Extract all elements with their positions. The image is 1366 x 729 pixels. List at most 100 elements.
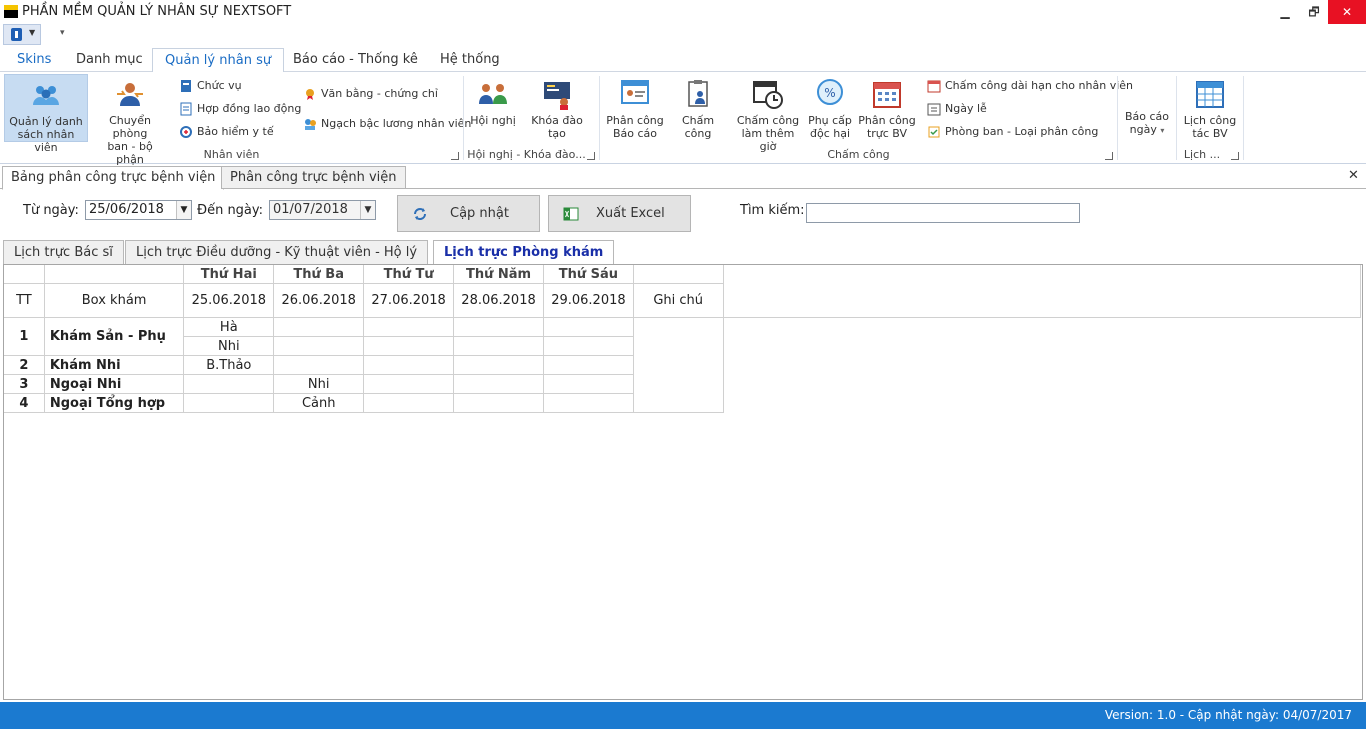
day-header: Thứ Tư — [363, 265, 455, 284]
schedule-cell[interactable] — [183, 393, 275, 413]
schedule-cell[interactable]: Nhi — [273, 374, 365, 394]
hop-dong-button[interactable]: Hợp đồng lao động — [177, 99, 301, 119]
lich-label-2: tác BV — [1192, 127, 1228, 140]
chuc-vu-button[interactable]: Chức vụ — [177, 76, 242, 96]
schedule-cell[interactable] — [363, 393, 455, 413]
chuyen-phong-ban-button[interactable]: Chuyển phòng ban - bộ phận — [92, 74, 168, 166]
tab-bang-phan-cong[interactable]: Bảng phân công trực bệnh viện — [2, 166, 225, 190]
clipboard-user-icon — [682, 78, 714, 110]
schedule-cell[interactable]: Cảnh — [273, 393, 365, 413]
schedule-cell[interactable] — [273, 336, 365, 356]
tab-quan-ly-nhan-su[interactable]: Quản lý nhân sự — [152, 48, 285, 73]
schedule-cell[interactable] — [453, 317, 544, 337]
schedule-cell[interactable] — [542, 317, 634, 337]
chevron-down-icon[interactable]: ▼ — [360, 201, 375, 219]
minimize-button[interactable]: ▁ — [1270, 0, 1300, 24]
schedule-cell[interactable] — [542, 336, 634, 356]
hoi-nghi-button[interactable]: Hội nghị — [468, 74, 518, 142]
from-date-picker[interactable]: 25/06/2018 ▼ — [85, 200, 192, 220]
day-header: Thứ Năm — [453, 265, 544, 284]
schedule-cell[interactable] — [453, 355, 544, 375]
schedule-cell[interactable] — [273, 317, 365, 337]
phu-cap-doc-hai-button[interactable]: % Phụ cấp độc hại — [806, 74, 854, 142]
group-bao-cao: Báo cáo ngày ▾ — [1118, 72, 1176, 164]
xuat-excel-label: Xuất Excel — [596, 206, 665, 221]
ngay-le-label: Ngày lễ — [945, 102, 987, 115]
tab-he-thong[interactable]: Hệ thống — [428, 48, 512, 72]
schedule-cell[interactable] — [363, 336, 455, 356]
xuat-excel-button[interactable]: Xuất Excel — [548, 195, 691, 232]
salary-icon — [303, 117, 317, 131]
bao-cao-ngay-button[interactable]: Báo cáo ngày ▾ — [1122, 110, 1172, 144]
van-bang-button[interactable]: Văn bằng - chứng chỉ — [301, 84, 438, 104]
schedule-cell[interactable] — [363, 374, 455, 394]
schedule-grid: Thứ Hai Thứ Ba Thứ Tư Thứ Năm Thứ Sáu TT… — [3, 264, 1363, 700]
quan-ly-danh-sach-button[interactable]: Quản lý danh sách nhân viên — [4, 74, 88, 154]
application-menu-button[interactable]: ▼ — [3, 24, 41, 45]
truc-bv-label-2: trực BV — [866, 127, 908, 140]
dialog-launcher-icon[interactable] — [1231, 152, 1239, 160]
schedule-cell[interactable] — [542, 355, 634, 375]
conference-icon — [477, 78, 509, 110]
lich-cong-tac-button[interactable]: Lịch công tác BV — [1181, 74, 1239, 142]
schedule-cell[interactable]: Nhi — [183, 336, 275, 356]
schedule-cell[interactable] — [453, 393, 544, 413]
tab-lich-truc-dieu-duong[interactable]: Lịch trực Điều dưỡng - Kỹ thuật viên - H… — [125, 240, 429, 265]
bao-cao-label-2: ngày — [1129, 123, 1157, 136]
quick-access-toolbar: ▼ ▾ — [0, 24, 1366, 46]
ngay-le-button[interactable]: Ngày lễ — [925, 99, 987, 119]
tab-phan-cong-truc[interactable]: Phân công trực bệnh viện — [221, 166, 406, 189]
schedule-cell[interactable] — [542, 393, 634, 413]
cham-cong-dai-han-button[interactable]: Chấm công dài hạn cho nhân viên — [925, 76, 1133, 96]
ngach-bac-luong-button[interactable]: Ngạch bậc lương nhân viên — [301, 114, 471, 134]
search-input[interactable] — [806, 203, 1080, 223]
schedule-cell[interactable] — [453, 374, 544, 394]
bao-hiem-button[interactable]: Bảo hiểm y tế — [177, 122, 274, 142]
dialog-launcher-icon[interactable] — [1105, 152, 1113, 160]
table-subheader-row: TT Box khám 25.06.2018 26.06.2018 27.06.… — [4, 283, 1361, 318]
schedule-tabs: Lịch trực Bác sĩ Lịch trực Điều dưỡng - … — [0, 240, 1366, 265]
dialog-launcher-icon[interactable] — [587, 152, 595, 160]
tab-lich-truc-phong-kham[interactable]: Lịch trực Phòng khám — [433, 240, 615, 265]
chuc-vu-label: Chức vụ — [197, 79, 242, 92]
tab-danh-muc[interactable]: Danh mục — [64, 48, 155, 72]
schedule-cell[interactable]: Hà — [183, 317, 275, 337]
schedule-cell[interactable] — [542, 374, 634, 394]
phong-ban-loai-phan-cong-button[interactable]: Phòng ban - Loại phân công — [925, 122, 1098, 142]
chevron-down-icon[interactable]: ▼ — [176, 201, 191, 219]
tab-lich-truc-bac-si[interactable]: Lịch trực Bác sĩ — [3, 240, 124, 265]
schedule-cell[interactable] — [273, 355, 365, 375]
chevron-down-icon: ▼ — [29, 28, 36, 37]
dialog-launcher-icon[interactable] — [451, 152, 459, 160]
title-bar: PHẦN MỀM QUẢN LÝ NHÂN SỰ NEXTSOFT ▁ 🗗 ✕ — [0, 0, 1366, 24]
to-date-picker[interactable]: 01/07/2018 ▼ — [269, 200, 376, 220]
tab-bao-cao-thong-ke[interactable]: Báo cáo - Thống kê — [281, 48, 430, 72]
cap-nhat-button[interactable]: Cập nhật — [397, 195, 540, 232]
schedule-cell[interactable] — [363, 355, 455, 375]
phan-cong-truc-bv-button[interactable]: Phân công trực BV — [858, 74, 916, 142]
schedule-cell[interactable]: B.Thảo — [183, 355, 275, 375]
note-cell[interactable] — [632, 317, 724, 413]
date-header: 25.06.2018 — [183, 283, 275, 318]
phan-cong-bao-cao-button[interactable]: Phân công Báo cáo — [605, 74, 665, 142]
tab-skins[interactable]: Skins — [5, 48, 63, 72]
cham-cong-them-gio-button[interactable]: Chấm công làm thêm giờ — [734, 74, 802, 153]
cham-cong-button[interactable]: Chấm công — [668, 74, 728, 142]
maximize-button[interactable]: 🗗 — [1299, 0, 1329, 24]
status-bar: Version: 1.0 - Cập nhật ngày: 04/07/2017 — [0, 702, 1366, 729]
schedule-cell[interactable] — [453, 336, 544, 356]
close-icon[interactable]: ✕ — [1348, 168, 1359, 183]
row-number: 3 — [4, 374, 45, 394]
contract-icon — [179, 102, 193, 116]
schedule-cell[interactable] — [183, 374, 275, 394]
group-label-cham-cong: Chấm công — [827, 148, 890, 161]
row-number: 4 — [4, 393, 45, 413]
customize-toolbar-icon[interactable]: ▾ — [60, 28, 65, 38]
group-separator — [1243, 76, 1244, 160]
group-cham-cong: Phân công Báo cáo Chấm công Chấm công là… — [600, 72, 1133, 164]
group-lich: Lịch công tác BV Lịch ... — [1177, 72, 1243, 164]
schedule-cell[interactable] — [363, 317, 455, 337]
khoa-dao-tao-button[interactable]: Khóa đào tạo — [522, 74, 592, 142]
header-cell — [43, 265, 185, 284]
close-button[interactable]: ✕ — [1328, 0, 1366, 24]
